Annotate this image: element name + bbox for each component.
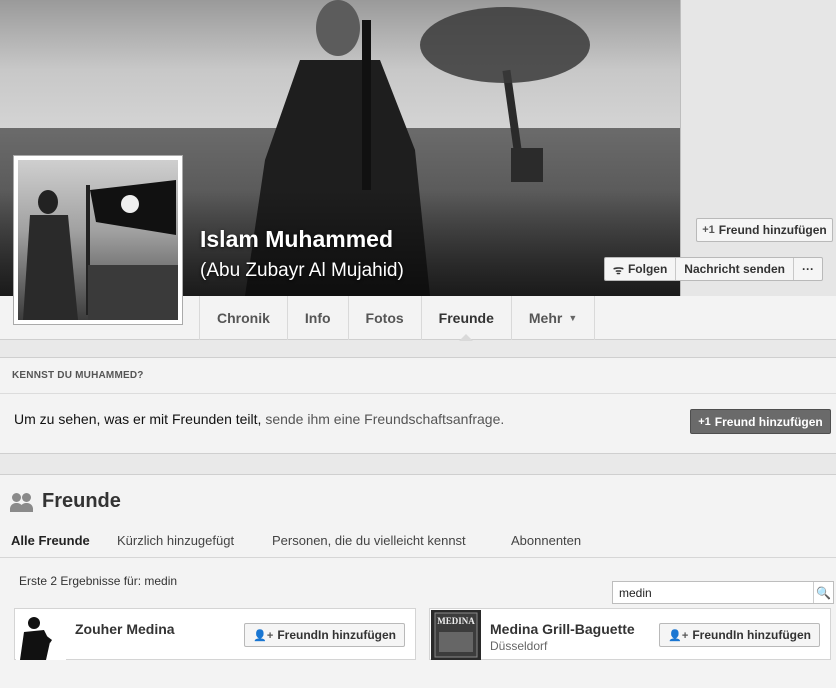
tab-info[interactable]: Info [286, 296, 348, 340]
add-friend-card-button[interactable]: 👤+ FreundIn hinzufügen [244, 623, 405, 647]
send-message-label: Nachricht senden [684, 262, 785, 276]
tab-recently-added[interactable]: Kürzlich hinzugefügt [117, 533, 234, 548]
send-message-button[interactable]: Nachricht senden [676, 258, 794, 280]
add-person-icon: 👤+ [253, 629, 274, 642]
friends-search: 🔍 [612, 581, 834, 604]
tab-mehr[interactable]: Mehr ▼ [510, 296, 596, 340]
follow-button[interactable]: ᯤ Folgen [605, 258, 677, 280]
add-friend-card-label: FreundIn hinzufügen [692, 628, 811, 642]
add-person-icon: 👤+ [668, 629, 689, 642]
friend-location: Düsseldorf [490, 639, 548, 653]
tab-fotos[interactable]: Fotos [347, 296, 421, 340]
friend-card: Zouher Medina 👤+ FreundIn hinzufügen [14, 608, 416, 660]
people-icon [10, 492, 34, 512]
profile-picture-scene [23, 180, 178, 320]
friends-tabs: Alle Freunde Kürzlich hinzugefügt Person… [0, 528, 836, 604]
rss-icon: ᯤ [613, 262, 624, 277]
profile-picture-image [18, 160, 178, 320]
know-body: Um zu sehen, was er mit Freunden teilt, … [0, 394, 836, 454]
friend-thumbnail[interactable] [16, 610, 66, 660]
tab-mehr-label: Mehr [528, 310, 563, 326]
know-text: Um zu sehen, was er mit Freunden teilt, … [14, 411, 504, 427]
add-friend-card-button[interactable]: 👤+ FreundIn hinzufügen [659, 623, 820, 647]
search-icon[interactable]: 🔍 [813, 582, 833, 603]
praying-silhouette-image [16, 610, 66, 660]
profile-tabs: Chronik Info Fotos Freunde Mehr ▼ [199, 296, 596, 341]
friends-title: Freunde [42, 490, 121, 512]
add-friend-label: Freund hinzufügen [714, 414, 823, 429]
book-cover-title: MEDINA [437, 616, 475, 626]
tab-all-friends[interactable]: Alle Freunde [11, 533, 90, 548]
friend-name[interactable]: Medina Grill-Baguette [490, 621, 635, 637]
tab-followers[interactable]: Abonnenten [511, 533, 581, 548]
profile-actions: ᯤ Folgen Nachricht senden ··· [604, 257, 823, 281]
right-pane [680, 0, 836, 296]
add-friend-label: Freund hinzufügen [718, 223, 827, 237]
more-options-label: ··· [802, 262, 814, 276]
friend-name[interactable]: Zouher Medina [75, 621, 175, 637]
add-friend-icon: +1 [702, 224, 715, 236]
tab-people-you-may-know[interactable]: Personen, die du vielleicht kennst [272, 533, 466, 548]
add-friend-button-secondary[interactable]: +1 Freund hinzufügen [690, 409, 831, 434]
friend-request-link[interactable]: sende ihm eine Freundschaftsanfrage. [265, 411, 504, 427]
tab-chronik[interactable]: Chronik [199, 296, 287, 340]
results-info: Erste 2 Ergebnisse für: medin [19, 574, 178, 588]
know-panel: KENNST DU MUHAMMED? Um zu sehen, was er … [0, 357, 836, 454]
tab-freunde[interactable]: Freunde [420, 296, 511, 341]
friend-thumbnail[interactable]: MEDINA [431, 610, 481, 660]
friends-section: Freunde Alle Freunde Kürzlich hinzugefüg… [0, 474, 836, 688]
friends-heading: Freunde [10, 490, 121, 513]
profile-name[interactable]: Islam Muhammed [200, 226, 393, 253]
add-friend-button[interactable]: +1 Freund hinzufügen [696, 218, 833, 242]
friend-card: MEDINA Medina Grill-Baguette Düsseldorf … [429, 608, 831, 660]
add-friend-card-label: FreundIn hinzufügen [277, 628, 396, 642]
follow-label: Folgen [627, 262, 668, 276]
more-options-button[interactable]: ··· [794, 258, 822, 280]
profile-alias: (Abu Zubayr Al Mujahid) [200, 260, 404, 281]
add-friend-icon: +1 [698, 415, 711, 428]
know-message: Um zu sehen, was er mit Freunden teilt, [14, 411, 262, 427]
profile-page: Islam Muhammed (Abu Zubayr Al Mujahid) +… [0, 0, 836, 688]
profile-picture[interactable] [13, 155, 183, 325]
caret-down-icon: ▼ [568, 313, 578, 323]
know-heading: KENNST DU MUHAMMED? [0, 358, 836, 394]
book-cover-image: MEDINA [431, 610, 481, 660]
friends-search-input[interactable] [613, 582, 813, 603]
